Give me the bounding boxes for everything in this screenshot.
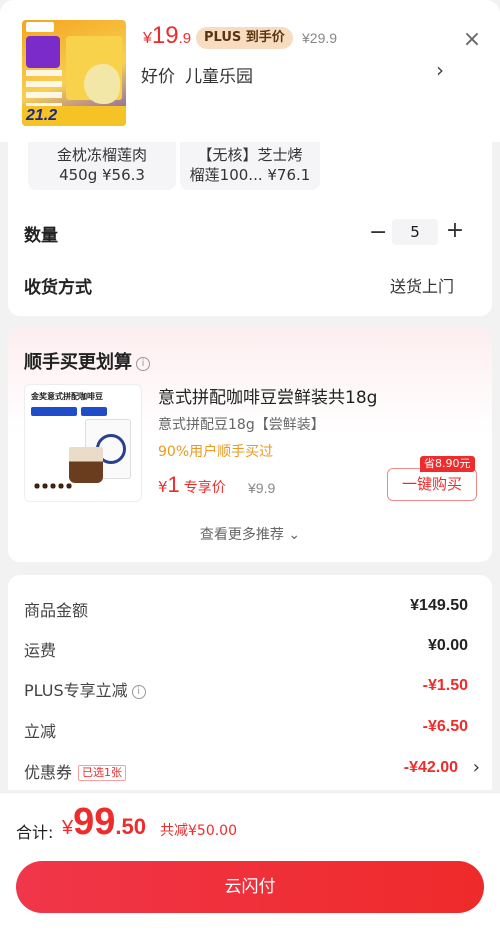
summary-value: ¥0.00 [427,637,468,654]
quantity-minus-button[interactable]: − [369,220,387,245]
quantity-plus-button[interactable]: + [444,218,466,243]
summary-label: 商品金额 [24,601,89,620]
summary-label: 立减 [24,722,57,741]
price-summary: 商品金额 ¥149.50 运费 ¥0.00 PLUS专享立减 i -¥1.50 立… [8,575,492,790]
quantity-input[interactable]: 5 [392,219,438,245]
summary-value: -¥1.50 [422,677,468,694]
recommend-buy-rate: 90%用户顺手买过 [158,444,274,460]
header-subtitle[interactable]: 好价 儿童乐园 [141,62,263,87]
summary-label: 优惠券 已选1张 [24,759,127,783]
recommend-title-text: 顺手买更划算 [24,352,132,373]
variant-option[interactable]: 金枕冻榴莲肉 450g ¥56.3 [28,142,176,190]
checkout-bar: 合计: ¥99.50 共减¥50.00 云闪付 [0,792,500,940]
subtitle-store: 儿童乐园 [185,67,253,87]
recommend-price: ¥1 专享价 [158,472,226,498]
image-label: 金奖意式拼配咖啡豆 [31,392,103,401]
durian-image [84,64,120,104]
summary-label-text: PLUS专享立减 [24,681,128,700]
image-tag [31,407,77,416]
plus-price-badge: PLUS 到手价 [196,27,293,49]
variant-name: 金枕冻榴莲肉 [56,146,147,164]
product-header: 21.2 ¥19.9 PLUS 到手价 ¥29.9 × 好价 儿童乐园 › [0,0,500,142]
coupon-count-badge: 已选1张 [78,765,127,781]
subtitle-tag: 好价 [141,67,175,87]
info-icon[interactable]: i [136,357,150,371]
options-panel: 金枕冻榴莲肉 450g ¥56.3 【无核】芝士烤 榴莲100... ¥76.1… [8,142,492,316]
recommend-product-spec: 意式拼配豆18g【尝鲜装】 [158,417,325,433]
summary-label-text: 优惠券 [24,763,73,782]
brand-logo [26,22,54,32]
variant-price: 450g ¥56.3 [59,166,145,184]
summary-row-coupon[interactable]: 优惠券 已选1张 -¥42.00 › [24,757,480,783]
shipping-method-value[interactable]: 送货上门 [390,273,454,297]
price-decimal: .50 [115,814,146,839]
product-thumbnail[interactable]: 21.2 [22,20,126,126]
thumb-price-strip: 21.2 [22,106,126,126]
quantity-label: 数量 [24,226,58,246]
savings-badge: 省8.90元 [420,456,475,472]
info-icon[interactable]: i [131,685,146,699]
header-price: ¥19.9 [143,22,191,50]
recommend-title: 顺手买更划算 i [24,348,150,374]
original-price: ¥29.9 [302,30,338,46]
summary-row-plus: PLUS专享立减 i -¥1.50 [24,677,476,701]
price-integer: 99 [73,801,116,843]
total-discount: 共减¥50.00 [160,823,237,839]
image-tag [81,407,107,416]
chevron-right-icon[interactable]: › [473,757,480,778]
coffee-cup-image [69,447,103,483]
summary-label: PLUS专享立减 i [24,677,146,701]
view-more-link[interactable]: 查看更多推荐 ⌄ [8,524,492,544]
promo-text-lines [26,70,62,110]
promo-618-badge [26,36,60,68]
thumb-price: 21.2 [26,107,58,124]
shipping-label: 收货方式 [24,278,92,298]
price-decimal: .9 [178,30,192,47]
variant-option[interactable]: 【无核】芝士烤 榴莲100... ¥76.1 [180,142,320,190]
summary-label: 运费 [24,641,57,660]
recommend-original-price: ¥9.9 [248,480,276,496]
summary-value: ¥149.50 [410,597,468,614]
price-integer: 19 [151,22,179,49]
price-tag: 专享价 [183,480,226,496]
price-integer: 1 [167,472,180,497]
close-icon[interactable]: × [458,26,486,54]
total-price: ¥99.50 [62,801,146,844]
summary-row-goods: 商品金额 ¥149.50 [24,597,476,621]
pay-button[interactable]: 云闪付 [16,861,484,913]
one-click-buy-button[interactable]: 一键购买 [387,468,477,501]
chevron-right-icon[interactable]: › [436,58,444,82]
coffee-beans-image [33,481,73,491]
summary-value: -¥42.00 [403,759,458,776]
variant-name: 【无核】芝士烤 [197,146,303,164]
recommend-panel: 顺手买更划算 i 金奖意式拼配咖啡豆 意式拼配咖啡豆尝鲜装共18g 意式拼配豆18… [8,328,492,562]
total-label: 合计: [16,823,54,842]
summary-row-discount: 立减 -¥6.50 [24,718,476,742]
price-currency: ¥ [158,478,168,496]
variant-price: 榴莲100... ¥76.1 [189,166,311,184]
recommend-product-image[interactable]: 金奖意式拼配咖啡豆 [24,384,142,502]
price-currency: ¥ [62,817,74,839]
summary-value: -¥6.50 [422,718,468,735]
summary-row-shipping: 运费 ¥0.00 [24,637,476,661]
price-currency: ¥ [143,30,152,47]
recommend-product-name[interactable]: 意式拼配咖啡豆尝鲜装共18g [158,383,377,408]
